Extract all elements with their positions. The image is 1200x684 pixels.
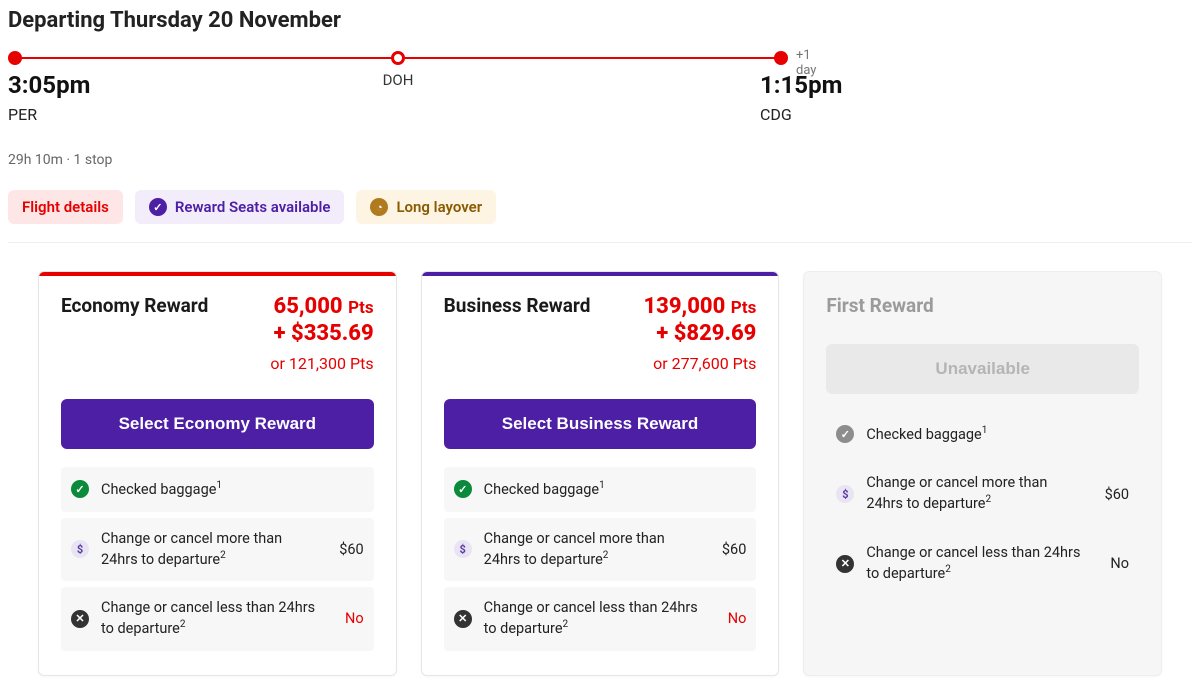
cross-icon: ✕: [454, 610, 472, 628]
fare-cards: Economy Reward 65,000 Pts + $335.69 or 1…: [8, 271, 1192, 676]
long-layover-label: Long layover: [396, 198, 482, 216]
feature-label: Change or cancel less than 24hrs to depa…: [484, 599, 701, 639]
feature-checked-baggage: ✓ Checked baggage1: [444, 467, 757, 512]
route-timeline: +1 day: [8, 51, 788, 65]
feature-label: Checked baggage1: [866, 424, 1129, 445]
feature-value: No: [712, 610, 746, 627]
cross-icon: ✕: [836, 555, 854, 573]
points-price: 65,000 Pts: [270, 294, 373, 319]
arrive-time: 1:15pm: [760, 71, 842, 99]
fare-name: First Reward: [826, 294, 933, 318]
first-reward-card: First Reward Unavailable ✓ Checked bagga…: [803, 271, 1162, 676]
reward-seats-chip[interactable]: ✓ Reward Seats available: [135, 190, 345, 224]
feature-label: Change or cancel less than 24hrs to depa…: [866, 544, 1083, 584]
depart-time: 3:05pm: [8, 71, 90, 99]
feature-checked-baggage: ✓ Checked baggage1: [826, 412, 1139, 457]
arrive-dot-icon: [774, 51, 788, 65]
page-title: Departing Thursday 20 November: [8, 8, 1192, 33]
feature-label: Change or cancel less than 24hrs to depa…: [101, 599, 318, 639]
feature-value: $60: [330, 541, 364, 558]
clock-icon: ◔: [370, 198, 388, 216]
price-block: 139,000 Pts + $829.69 or 277,600 Pts: [644, 294, 757, 373]
dollar-icon: $: [454, 540, 472, 558]
business-reward-card: Business Reward 139,000 Pts + $829.69 or…: [421, 271, 780, 676]
times-row: 3:05pm PER DOH 1:15pm CDG: [8, 71, 788, 124]
check-icon: ✓: [454, 480, 472, 498]
feature-change-more-24h: $ Change or cancel more than 24hrs to de…: [826, 462, 1139, 526]
feature-value: $60: [1095, 486, 1129, 503]
flight-details-label: Flight details: [22, 198, 109, 216]
select-business-reward-button[interactable]: Select Business Reward: [444, 399, 757, 449]
chips-row: Flight details ✓ Reward Seats available …: [8, 190, 1192, 224]
feature-change-more-24h: $ Change or cancel more than 24hrs to de…: [444, 518, 757, 582]
feature-label: Checked baggage1: [484, 479, 747, 500]
check-icon: ✓: [71, 480, 89, 498]
depart-dot-icon: [8, 51, 22, 65]
or-points-price: or 121,300 Pts: [270, 354, 373, 373]
stopover-airport-code: DOH: [383, 71, 414, 89]
section-divider: [8, 242, 1192, 243]
feature-label: Checked baggage1: [101, 479, 364, 500]
feature-change-less-24h: ✕ Change or cancel less than 24hrs to de…: [826, 532, 1139, 596]
first-reward-unavailable-button: Unavailable: [826, 344, 1139, 394]
long-layover-chip[interactable]: ◔ Long layover: [356, 190, 496, 224]
dollar-icon: $: [71, 540, 89, 558]
fare-name: Business Reward: [444, 294, 591, 373]
price-block: 65,000 Pts + $335.69 or 121,300 Pts: [270, 294, 373, 373]
dollar-icon: $: [836, 485, 854, 503]
feature-label: Change or cancel more than 24hrs to depa…: [866, 474, 1083, 514]
duration-stops: 29h 10m · 1 stop: [8, 152, 1192, 168]
check-badge-icon: ✓: [149, 198, 167, 216]
feature-value: No: [330, 610, 364, 627]
stopover-dot-icon: [391, 51, 405, 65]
flight-details-chip[interactable]: Flight details: [8, 190, 123, 224]
cash-price: + $335.69: [270, 321, 373, 346]
depart-block: 3:05pm PER: [8, 71, 90, 124]
economy-reward-card: Economy Reward 65,000 Pts + $335.69 or 1…: [38, 271, 397, 676]
feature-change-less-24h: ✕ Change or cancel less than 24hrs to de…: [444, 587, 757, 651]
feature-change-more-24h: $ Change or cancel more than 24hrs to de…: [61, 518, 374, 582]
or-points-price: or 277,600 Pts: [644, 354, 757, 373]
cash-price: + $829.69: [644, 321, 757, 346]
cross-icon: ✕: [71, 610, 89, 628]
check-icon: ✓: [836, 425, 854, 443]
select-economy-reward-button[interactable]: Select Economy Reward: [61, 399, 374, 449]
feature-checked-baggage: ✓ Checked baggage1: [61, 467, 374, 512]
feature-label: Change or cancel more than 24hrs to depa…: [101, 530, 318, 570]
arrive-block: 1:15pm CDG: [760, 71, 842, 124]
feature-change-less-24h: ✕ Change or cancel less than 24hrs to de…: [61, 587, 374, 651]
feature-value: $60: [712, 541, 746, 558]
fare-name: Economy Reward: [61, 294, 208, 373]
feature-value: No: [1095, 555, 1129, 572]
feature-label: Change or cancel more than 24hrs to depa…: [484, 530, 701, 570]
reward-seats-label: Reward Seats available: [175, 198, 331, 216]
points-price: 139,000 Pts: [644, 294, 757, 319]
arrive-airport-code: CDG: [760, 105, 842, 124]
depart-airport-code: PER: [8, 105, 90, 124]
